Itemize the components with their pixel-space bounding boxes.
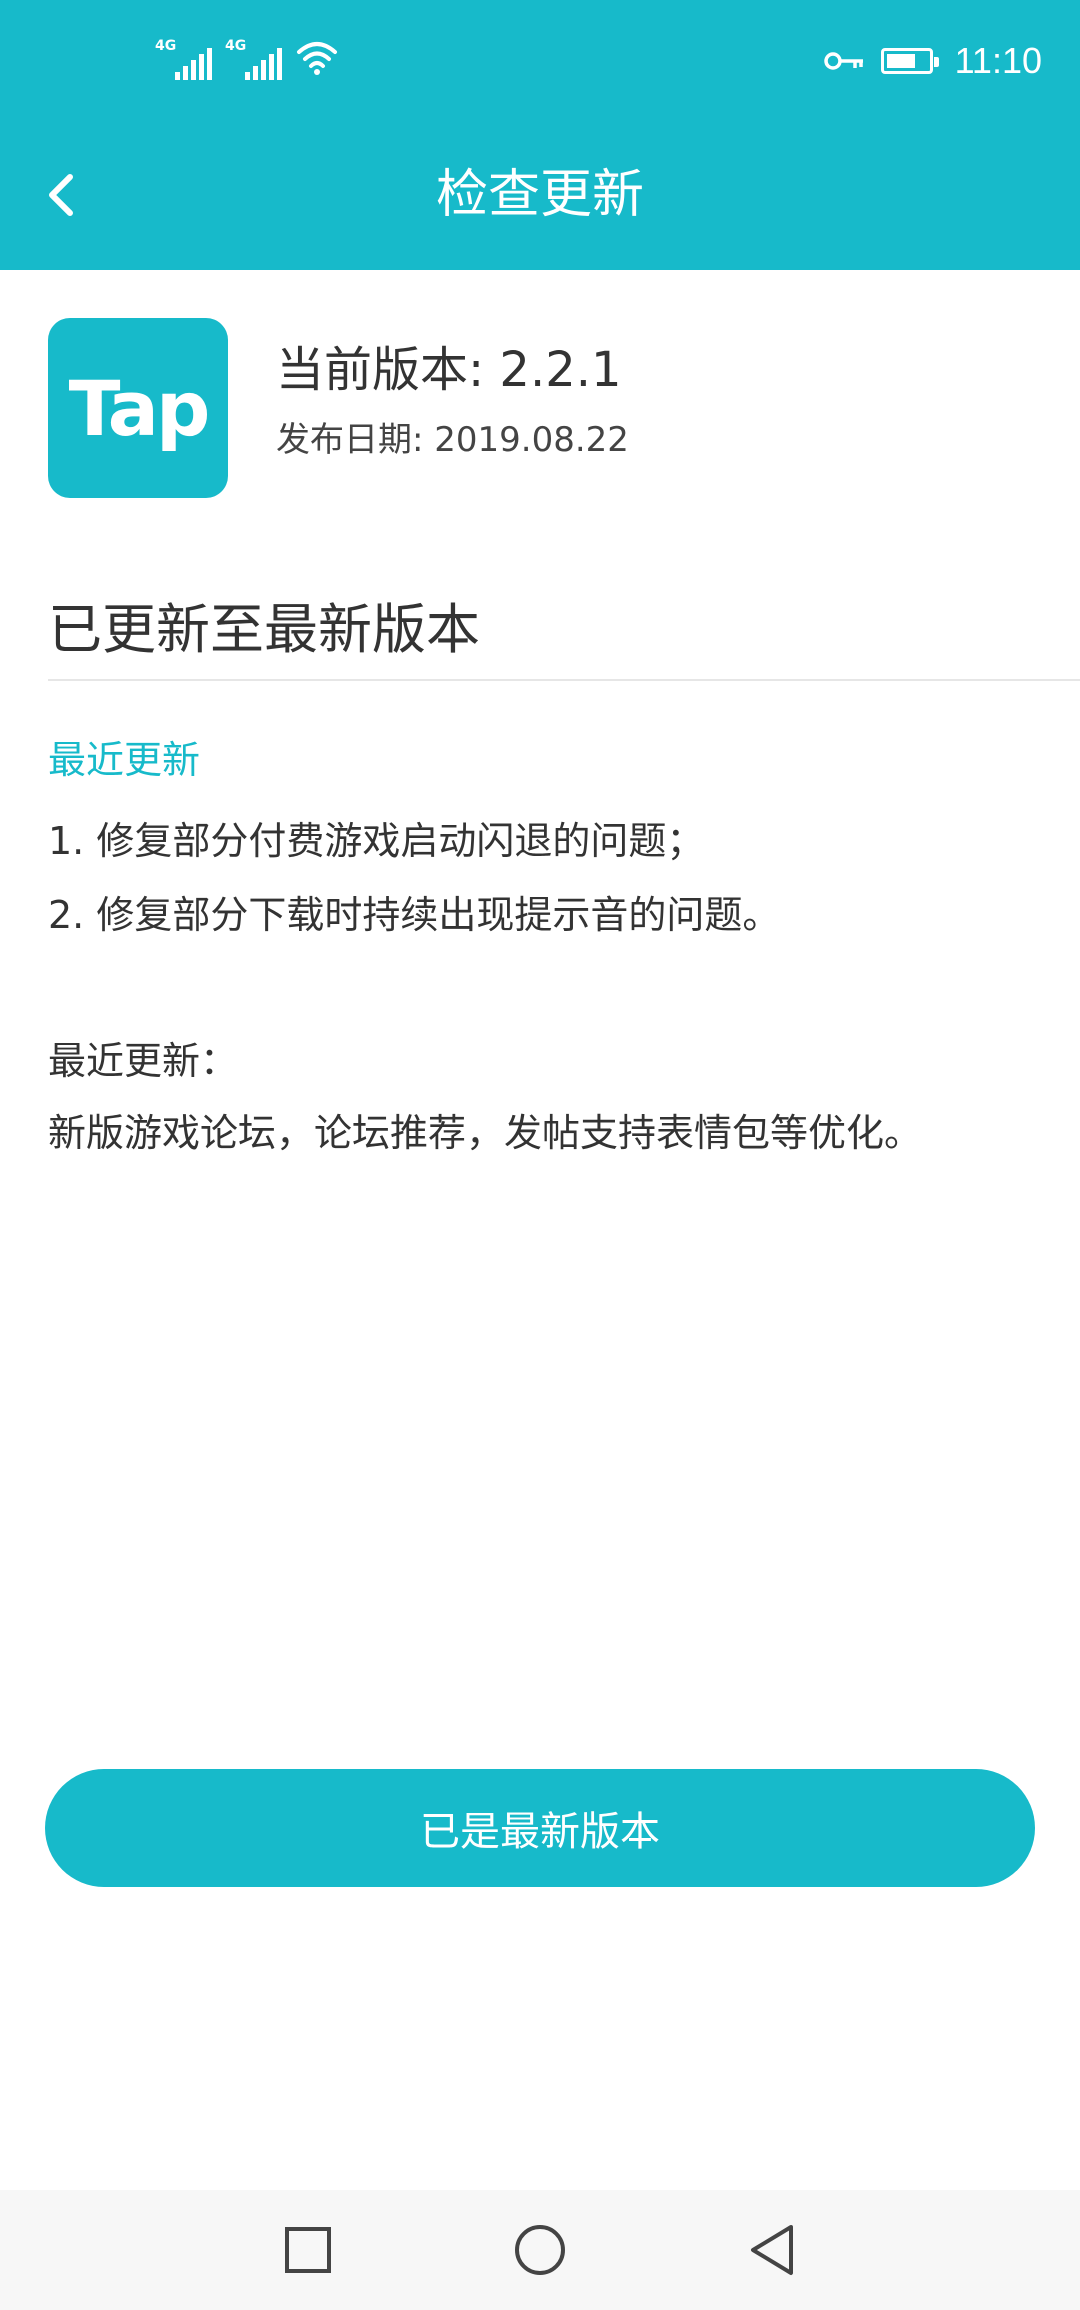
key-icon	[823, 52, 863, 70]
nav-back-button[interactable]	[740, 2218, 804, 2282]
battery-icon	[880, 48, 939, 74]
back-triangle-icon	[751, 2225, 793, 2275]
previous-update-text: 新版游戏论坛，论坛推荐，发帖支持表情包等优化。	[48, 1111, 923, 1155]
status-bar: 4G 4G 11:10	[0, 0, 1080, 120]
signal-icon: 4G	[225, 38, 283, 82]
app-logo-text: Tap	[68, 363, 211, 453]
nav-bar: 检查更新	[0, 120, 1080, 270]
recents-square-icon	[285, 2227, 331, 2273]
app-logo: Tap	[48, 318, 228, 498]
current-version: 当前版本: 2.2.1	[276, 342, 622, 398]
status-right: 11:10	[823, 36, 1042, 86]
changelog-title: 最近更新	[48, 738, 201, 782]
page-title: 检查更新	[435, 165, 644, 225]
network-type-label: 4G	[225, 38, 247, 54]
divider	[48, 679, 1080, 681]
previous-update-title: 最近更新：	[48, 1039, 239, 1083]
signal-group: 4G 4G	[155, 38, 339, 82]
changelog-item: 2. 修复部分下载时持续出现提示音的问题。	[48, 893, 781, 937]
up-to-date-button[interactable]: 已是最新版本	[45, 1769, 1035, 1887]
update-status: 已更新至最新版本	[48, 598, 480, 661]
recents-button[interactable]	[276, 2218, 340, 2282]
home-button[interactable]	[508, 2218, 572, 2282]
signal-icon: 4G	[155, 38, 213, 82]
system-nav-bar	[0, 2190, 1080, 2310]
wifi-icon	[295, 38, 339, 82]
status-time: 11:10	[954, 40, 1042, 81]
top-bar: 4G 4G 11:10 检查更新	[0, 0, 1080, 270]
network-type-label: 4G	[155, 38, 177, 54]
changelog-item: 1. 修复部分付费游戏启动闪退的问题；	[48, 819, 705, 863]
release-date: 发布日期: 2019.08.22	[276, 420, 629, 460]
home-circle-icon	[515, 2225, 565, 2275]
